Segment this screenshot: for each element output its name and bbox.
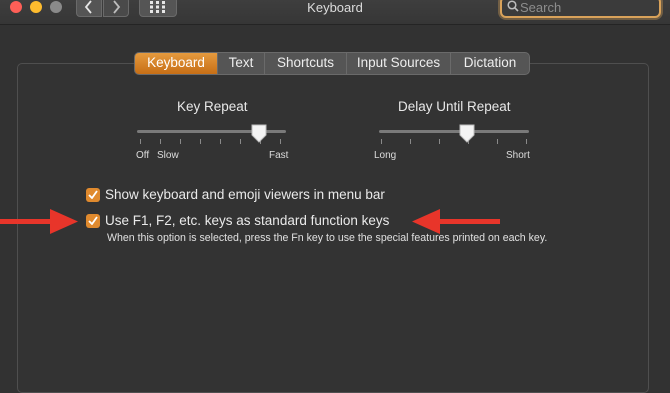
search-input[interactable] bbox=[520, 0, 656, 16]
key-repeat-label-fast: Fast bbox=[269, 150, 289, 161]
annotation-arrow-right-icon bbox=[0, 209, 78, 234]
checkmark-icon bbox=[88, 216, 98, 225]
delay-until-repeat-thumb[interactable] bbox=[459, 124, 475, 143]
delay-until-repeat-track[interactable] bbox=[379, 130, 529, 133]
fn-keys-option[interactable]: Use F1, F2, etc. keys as standard functi… bbox=[86, 213, 389, 228]
viewers-label[interactable]: Show keyboard and emoji viewers in menu … bbox=[105, 187, 385, 202]
fn-keys-checkbox[interactable] bbox=[86, 213, 100, 228]
tab-keyboard[interactable]: Keyboard bbox=[135, 53, 217, 74]
checkmark-icon bbox=[88, 190, 98, 199]
viewers-option[interactable]: Show keyboard and emoji viewers in menu … bbox=[86, 187, 385, 202]
fn-keys-label[interactable]: Use F1, F2, etc. keys as standard functi… bbox=[105, 213, 389, 228]
delay-until-repeat-ticks bbox=[381, 139, 527, 145]
search-icon bbox=[507, 0, 519, 12]
delay-label-short: Short bbox=[506, 150, 530, 161]
tab-text[interactable]: Text bbox=[217, 53, 264, 74]
key-repeat-label-off: Off bbox=[136, 150, 150, 161]
tab-dictation[interactable]: Dictation bbox=[450, 53, 529, 74]
tab-input-sources[interactable]: Input Sources bbox=[346, 53, 450, 74]
annotation-arrow-left-icon bbox=[412, 209, 500, 234]
search-field[interactable] bbox=[500, 0, 661, 18]
key-repeat-label-slow: Slow bbox=[157, 150, 179, 161]
key-repeat-title: Key Repeat bbox=[177, 99, 248, 114]
tab-bar: Keyboard Text Shortcuts Input Sources Di… bbox=[134, 52, 530, 75]
delay-until-repeat-title: Delay Until Repeat bbox=[398, 99, 511, 114]
delay-label-long: Long bbox=[374, 150, 397, 161]
viewers-checkbox[interactable] bbox=[86, 187, 100, 202]
key-repeat-thumb[interactable] bbox=[251, 124, 267, 143]
title-bar: Keyboard bbox=[0, 0, 670, 25]
tab-shortcuts[interactable]: Shortcuts bbox=[264, 53, 346, 74]
content-panel bbox=[17, 63, 649, 393]
